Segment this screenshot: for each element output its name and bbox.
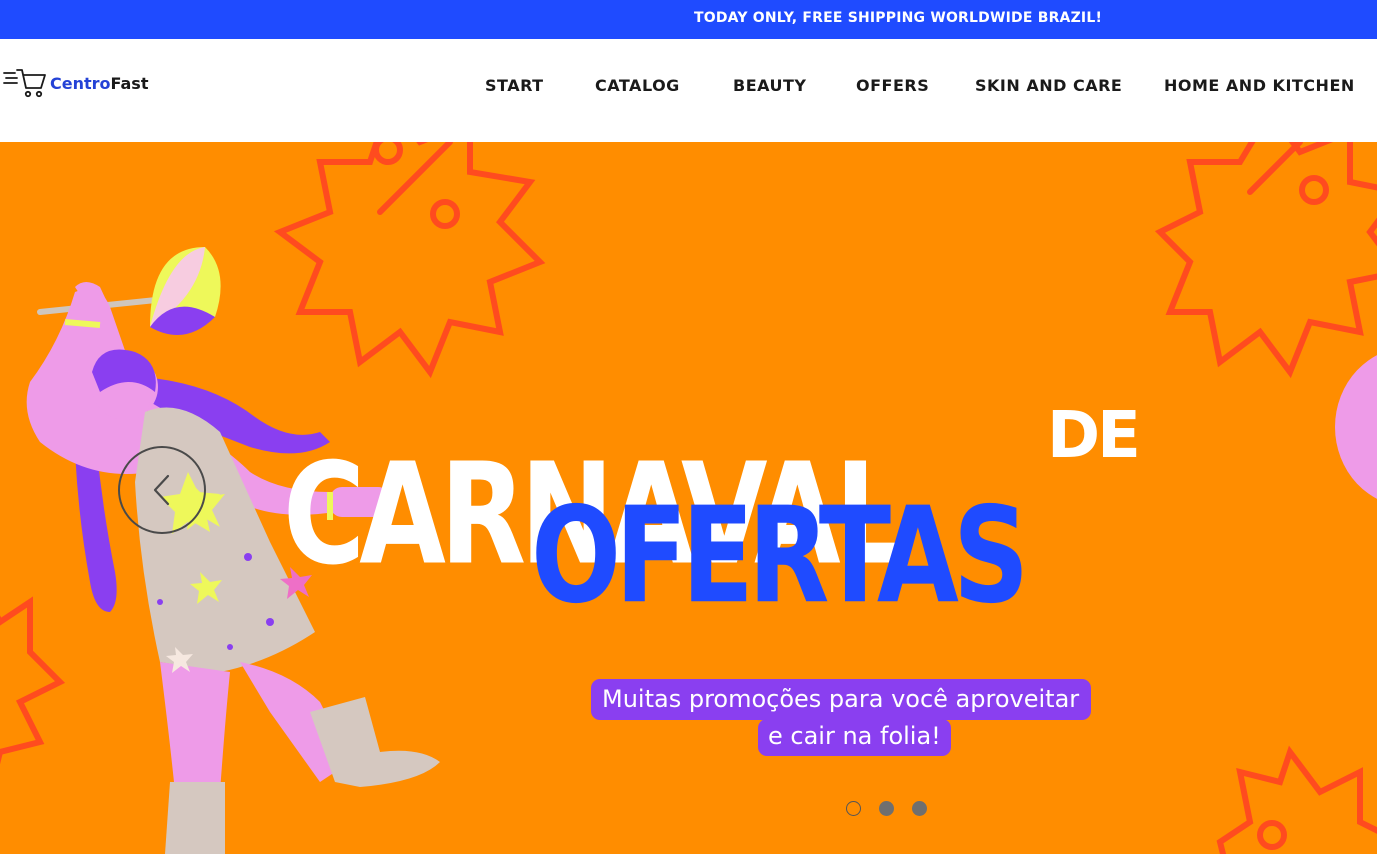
nav-catalog[interactable]: CATALOG — [595, 76, 680, 95]
announcement-bar: TODAY ONLY, FREE SHIPPING WORLDWIDE BRAZ… — [0, 0, 1377, 39]
promo-text-line-1: Muitas promoções para você aproveitar — [591, 679, 1092, 720]
percent-ring-1 — [430, 199, 460, 229]
chevron-left-icon — [153, 474, 170, 506]
carousel-prev-button[interactable] — [118, 446, 206, 534]
hero-banner[interactable]: CARNAVAL DE OFERTAS Muitas promoções par… — [0, 142, 1377, 854]
site-header: CentroFast START CATALOG BEAUTY OFFERS S… — [0, 39, 1377, 142]
carousel-dot-3[interactable] — [912, 801, 927, 816]
headline-ofertas: OFERTAS — [531, 478, 1029, 633]
nav-offers[interactable]: OFFERS — [856, 76, 929, 95]
nav-beauty[interactable]: BEAUTY — [733, 76, 807, 95]
main-nav: START CATALOG BEAUTY OFFERS SKIN AND CAR… — [0, 76, 1377, 98]
burst-bottom-right — [1216, 745, 1377, 854]
burst-top-center — [273, 142, 546, 379]
announcement-text: TODAY ONLY, FREE SHIPPING WORLDWIDE BRAZ… — [694, 10, 1103, 26]
nav-home-and-kitchen[interactable]: HOME AND KITCHEN — [1164, 76, 1355, 95]
nav-skin-and-care[interactable]: SKIN AND CARE — [975, 76, 1122, 95]
percent-slash-2 — [1247, 142, 1303, 195]
burst-left — [0, 596, 66, 765]
nav-start[interactable]: START — [485, 76, 544, 95]
promo-text-line-2: e cair na folia! — [758, 719, 951, 756]
carousel-dot-2[interactable] — [879, 801, 894, 816]
percent-ring-4 — [1257, 820, 1287, 850]
headline-de: DE — [1047, 399, 1141, 473]
pink-blob-right — [1335, 355, 1377, 499]
carousel-dot-1[interactable] — [846, 801, 861, 816]
percent-ring-3 — [1299, 175, 1329, 205]
percent-ring-2 — [373, 142, 403, 165]
